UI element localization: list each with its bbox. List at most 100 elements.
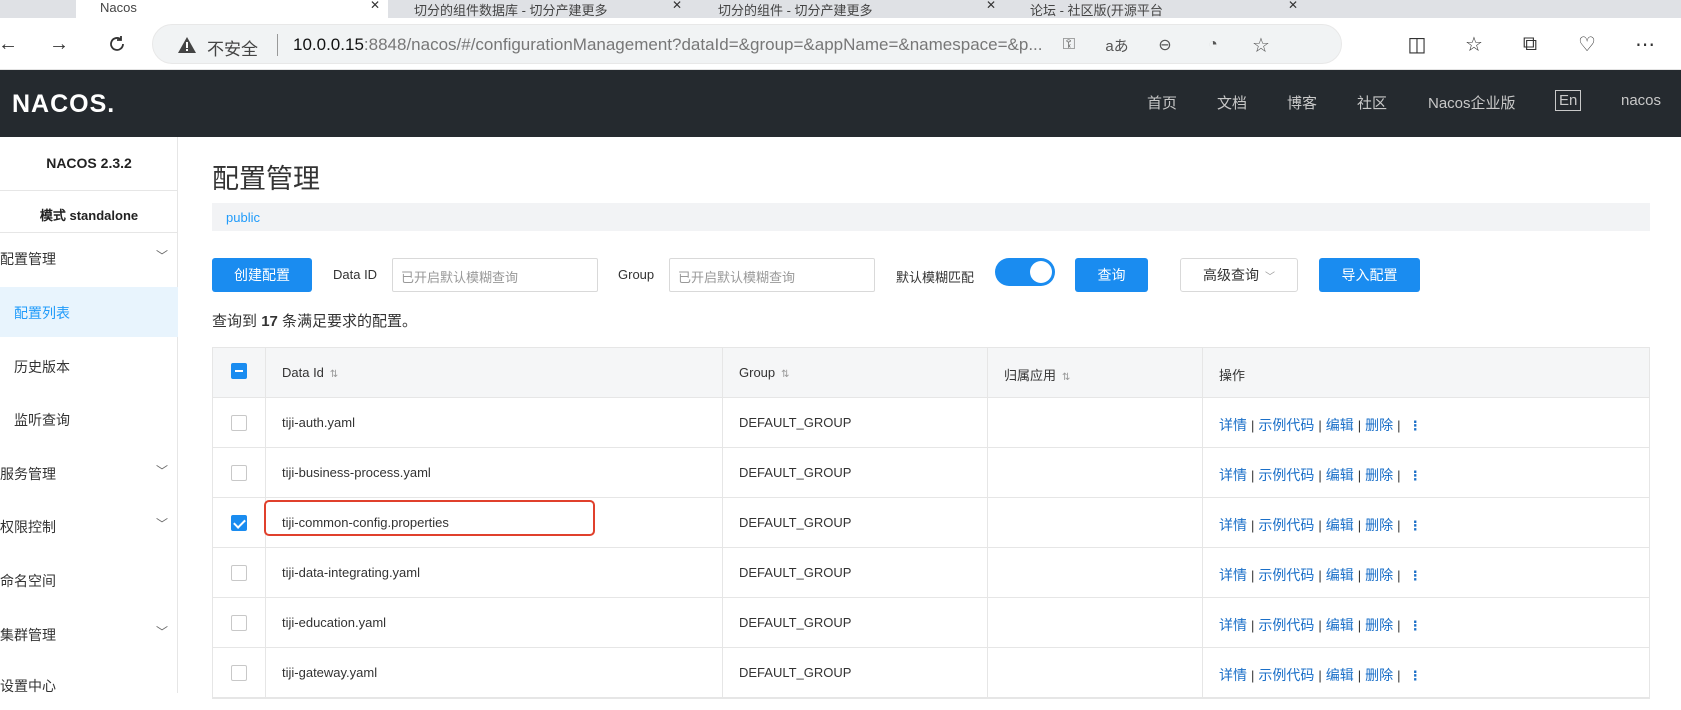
more-icon[interactable]: ⋯ [1631, 30, 1659, 58]
browser-essentials-icon[interactable]: ♡ [1573, 30, 1601, 58]
sidebar-item-namespace[interactable]: 命名空间 [0, 555, 178, 605]
row-checkbox[interactable] [231, 665, 247, 681]
delete-link[interactable]: 删除 [1365, 467, 1393, 483]
sort-icon[interactable]: ⇅ [1062, 372, 1070, 383]
sidebar-item-cluster-management[interactable]: 集群管理 ﹀ [0, 609, 178, 659]
back-icon[interactable]: ← [0, 30, 22, 58]
row-checkbox[interactable] [231, 465, 247, 481]
delete-link[interactable]: 删除 [1365, 617, 1393, 633]
sort-icon[interactable]: ⇅ [330, 369, 338, 380]
delete-link[interactable]: 删除 [1365, 417, 1393, 433]
language-toggle[interactable]: En [1555, 90, 1582, 111]
delete-link[interactable]: 删除 [1365, 667, 1393, 683]
group-cell: DEFAULT_GROUP [722, 548, 987, 597]
dataid-search-input[interactable]: 已开启默认模糊查询 [392, 258, 598, 292]
sidebar-item-history[interactable]: 历史版本 [0, 341, 178, 391]
edit-link[interactable]: 编辑 [1326, 417, 1354, 433]
import-config-button[interactable]: 导入配置 [1319, 258, 1420, 292]
select-all-checkbox[interactable] [231, 363, 247, 379]
nav-community[interactable]: 社区 [1357, 92, 1387, 113]
row-checkbox[interactable] [231, 565, 247, 581]
nacos-logo[interactable]: NACOS. [12, 90, 115, 119]
more-vertical-icon[interactable]: ⋮ [1409, 518, 1422, 533]
sample-code-link[interactable]: 示例代码 [1258, 667, 1314, 683]
advanced-query-dropdown[interactable]: 高级查询 ﹀ [1180, 258, 1298, 292]
favorite-star-icon[interactable]: ☆ [1249, 33, 1273, 57]
edit-link[interactable]: 编辑 [1326, 517, 1354, 533]
sample-code-link[interactable]: 示例代码 [1258, 617, 1314, 633]
detail-link[interactable]: 详情 [1219, 667, 1247, 683]
close-icon[interactable]: ✕ [1288, 0, 1298, 12]
split-screen-icon[interactable]: ◫ [1403, 30, 1431, 58]
sidebar-item-config-management[interactable]: 配置管理 ﹀ [0, 233, 178, 283]
row-checkbox[interactable] [231, 515, 247, 531]
actions-cell: 详情 | 示例代码 | 编辑 | 删除 | ⋮ [1202, 398, 1651, 447]
close-icon[interactable]: ✕ [370, 0, 380, 12]
more-vertical-icon[interactable]: ⋮ [1409, 418, 1422, 433]
create-config-button[interactable]: 创建配置 [212, 258, 312, 292]
sidebar-item-access-control[interactable]: 权限控制 ﹀ [0, 501, 178, 551]
nav-enterprise[interactable]: Nacos企业版 [1428, 92, 1516, 113]
detail-link[interactable]: 详情 [1219, 617, 1247, 633]
nav-docs[interactable]: 文档 [1217, 92, 1247, 113]
key-icon[interactable]: ⚿ [1057, 33, 1081, 57]
sidebar-item-settings[interactable]: 设置中心 [0, 660, 178, 710]
sidebar-item-config-list[interactable]: 配置列表 [0, 287, 178, 337]
edit-link[interactable]: 编辑 [1326, 567, 1354, 583]
browser-tab-strip: Nacos ✕ 切分的组件数据库 - 切分产建更多 ✕ 切分的组件 - 切分产建… [0, 0, 1681, 18]
sample-code-link[interactable]: 示例代码 [1258, 517, 1314, 533]
more-vertical-icon[interactable]: ⋮ [1409, 568, 1422, 583]
delete-link[interactable]: 删除 [1365, 567, 1393, 583]
more-vertical-icon[interactable]: ⋮ [1409, 468, 1422, 483]
sidebar-item-service-management[interactable]: 服务管理 ﹀ [0, 448, 178, 498]
sidebar-item-listener-query[interactable]: 监听查询 [0, 394, 178, 444]
edit-link[interactable]: 编辑 [1326, 467, 1354, 483]
browser-tab[interactable]: 切分的组件 - 切分产建更多 ✕ [694, 0, 1004, 18]
close-icon[interactable]: ✕ [672, 0, 682, 12]
sample-code-link[interactable]: 示例代码 [1258, 417, 1314, 433]
sidebar-item-label: 配置管理 [0, 251, 56, 267]
header-dataid[interactable]: Data Id ⇅ [265, 348, 722, 397]
nav-home[interactable]: 首页 [1147, 92, 1177, 113]
fuzzy-match-label: 默认模糊匹配 [896, 270, 975, 285]
sample-code-link[interactable]: 示例代码 [1258, 467, 1314, 483]
address-bar[interactable]: 不安全 10.0.0.15:8848/nacos/#/configuration… [152, 24, 1342, 64]
more-vertical-icon[interactable]: ⋮ [1409, 618, 1422, 633]
detail-link[interactable]: 详情 [1219, 567, 1247, 583]
row-checkbox[interactable] [231, 615, 247, 631]
group-search-input[interactable]: 已开启默认模糊查询 [669, 258, 875, 292]
favorites-icon[interactable]: ☆ [1460, 30, 1488, 58]
sample-code-link[interactable]: 示例代码 [1258, 567, 1314, 583]
extension-icon[interactable]: ◔ [1201, 33, 1225, 57]
delete-link[interactable]: 删除 [1365, 517, 1393, 533]
forward-icon[interactable]: → [45, 30, 73, 58]
browser-tab[interactable]: 论坛 - 社区版(开源平台 ✕ [1006, 0, 1306, 18]
sidebar-item-label: 监听查询 [14, 412, 70, 428]
fuzzy-match-toggle[interactable] [995, 258, 1055, 286]
query-button[interactable]: 查询 [1075, 258, 1148, 292]
read-aloud-icon[interactable]: aあ [1105, 33, 1129, 57]
more-vertical-icon[interactable]: ⋮ [1409, 668, 1422, 683]
url-path: :8848/nacos/#/configurationManagement?da… [363, 35, 1043, 54]
close-icon[interactable]: ✕ [986, 0, 996, 12]
pipe-divider: | [1397, 518, 1401, 533]
browser-tab[interactable]: Nacos ✕ [76, 0, 388, 18]
collections-icon[interactable]: ⧉ [1516, 30, 1544, 58]
nav-blog[interactable]: 博客 [1287, 92, 1317, 113]
detail-link[interactable]: 详情 [1219, 467, 1247, 483]
detail-link[interactable]: 详情 [1219, 517, 1247, 533]
pipe-divider: | [1251, 468, 1255, 483]
header-app[interactable]: 归属应用 ⇅ [987, 348, 1202, 397]
namespace-link[interactable]: public [226, 210, 260, 225]
header-group[interactable]: Group ⇅ [722, 348, 987, 397]
dataid-cell: tiji-data-integrating.yaml [265, 548, 722, 597]
sort-icon[interactable]: ⇅ [781, 369, 789, 380]
user-menu[interactable]: nacos [1621, 92, 1661, 109]
edit-link[interactable]: 编辑 [1326, 617, 1354, 633]
row-checkbox[interactable] [231, 415, 247, 431]
edit-link[interactable]: 编辑 [1326, 667, 1354, 683]
zoom-out-icon[interactable]: ⊖ [1153, 33, 1177, 57]
detail-link[interactable]: 详情 [1219, 417, 1247, 433]
refresh-icon[interactable] [103, 30, 131, 58]
browser-tab[interactable]: 切分的组件数据库 - 切分产建更多 ✕ [390, 0, 690, 18]
